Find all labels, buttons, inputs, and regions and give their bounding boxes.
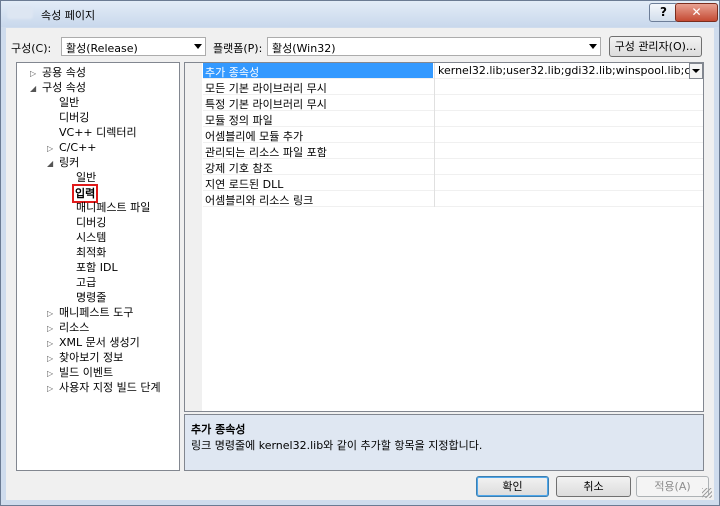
column-divider xyxy=(434,111,435,127)
platform-value: 활성(Win32) xyxy=(272,42,336,55)
ok-button[interactable]: 확인 xyxy=(476,476,549,497)
column-divider xyxy=(434,63,435,79)
tree-item-common-props[interactable]: 공용 속성 xyxy=(42,65,86,80)
property-name: 어셈블리에 모듈 추가 xyxy=(205,130,304,143)
grid-gutter xyxy=(185,63,202,411)
title-bar[interactable]: 속성 페이지 ? ✕ xyxy=(1,1,719,27)
chevron-down-icon xyxy=(589,44,597,49)
apply-button[interactable]: 적용(A) xyxy=(636,476,709,497)
collapse-icon[interactable]: ◢ xyxy=(47,159,53,168)
tree-item-build-events[interactable]: 빌드 이벤트 xyxy=(59,365,113,380)
tree-item-general[interactable]: 일반 xyxy=(59,95,79,110)
property-row[interactable]: 어셈블리에 모듈 추가 xyxy=(203,127,703,143)
column-divider xyxy=(434,79,435,95)
column-divider xyxy=(434,127,435,143)
column-divider xyxy=(434,191,435,207)
expand-icon[interactable]: ▷ xyxy=(47,324,53,333)
tree-item-linker-debugging[interactable]: 디버깅 xyxy=(76,215,106,230)
expand-icon[interactable]: ▷ xyxy=(47,339,53,348)
description-panel: 추가 종속성 링크 명령줄에 kernel32.lib와 같이 추가할 항목을 … xyxy=(184,414,704,471)
collapse-icon[interactable]: ◢ xyxy=(30,84,36,93)
platform-label: 플랫폼(P): xyxy=(213,42,263,55)
property-name: 관리되는 리소스 파일 포함 xyxy=(205,146,327,159)
resize-grip-icon[interactable] xyxy=(702,488,712,498)
tree-item-config-props[interactable]: 구성 속성 xyxy=(42,80,86,95)
property-row[interactable]: 특정 기본 라이브러리 무시 xyxy=(203,95,703,111)
config-value: 활성(Release) xyxy=(66,42,138,55)
property-row[interactable]: 지연 로드된 DLL xyxy=(203,175,703,191)
dialog-client: 구성(C): 활성(Release) 플랫폼(P): 활성(Win32) 구성 … xyxy=(6,28,714,500)
tree-item-vc-directories[interactable]: VC++ 디렉터리 xyxy=(59,125,137,140)
column-divider xyxy=(434,159,435,175)
expand-icon[interactable]: ▷ xyxy=(47,144,53,153)
tree-item-custom-build[interactable]: 사용자 지정 빌드 단계 xyxy=(59,380,161,395)
tree-item-manifest-file[interactable]: 매니페스트 파일 xyxy=(76,200,150,215)
tree-item-manifest-tool[interactable]: 매니페스트 도구 xyxy=(59,305,133,320)
cancel-button[interactable]: 취소 xyxy=(556,476,631,497)
property-pages-window: 속성 페이지 ? ✕ 구성(C): 활성(Release) 플랫폼(P): 활성… xyxy=(0,0,720,506)
property-row[interactable]: 모든 기본 라이브러리 무시 xyxy=(203,79,703,95)
description-title: 추가 종속성 xyxy=(191,423,246,436)
column-divider xyxy=(434,95,435,111)
tree-item-debugging[interactable]: 디버깅 xyxy=(59,110,89,125)
tree-item-advanced[interactable]: 고급 xyxy=(76,275,96,290)
platform-select[interactable]: 활성(Win32) xyxy=(267,37,601,56)
property-name: 지연 로드된 DLL xyxy=(205,178,284,191)
property-row[interactable]: 강제 기호 참조 xyxy=(203,159,703,175)
property-row[interactable]: 어셈블리와 리소스 링크 xyxy=(203,191,703,207)
window-title: 속성 페이지 xyxy=(41,9,96,22)
tree-item-cpp[interactable]: C/C++ xyxy=(59,140,97,155)
chevron-down-icon[interactable] xyxy=(689,63,703,79)
tree-item-command-line[interactable]: 명령줄 xyxy=(76,290,106,305)
tree-item-browse-info[interactable]: 찾아보기 정보 xyxy=(59,350,123,365)
tree-item-embedded-idl[interactable]: 포함 IDL xyxy=(76,260,118,275)
property-row[interactable]: 모듈 정의 파일 xyxy=(203,111,703,127)
property-value[interactable]: kernel32.lib;user32.lib;gdi32.lib;winspo… xyxy=(438,64,694,77)
expand-icon[interactable]: ▷ xyxy=(30,69,36,78)
app-icon xyxy=(7,7,33,19)
config-select[interactable]: 활성(Release) xyxy=(61,37,206,56)
property-row[interactable]: 추가 종속성 kernel32.lib;user32.lib;gdi32.lib… xyxy=(203,63,703,79)
property-name: 강제 기호 참조 xyxy=(205,162,273,175)
expand-icon[interactable]: ▷ xyxy=(47,309,53,318)
property-name: 추가 종속성 xyxy=(205,66,260,79)
expand-icon[interactable]: ▷ xyxy=(47,369,53,378)
expand-icon[interactable]: ▷ xyxy=(47,384,53,393)
tree-item-linker-general[interactable]: 일반 xyxy=(76,170,96,185)
property-grid[interactable]: 추가 종속성 kernel32.lib;user32.lib;gdi32.lib… xyxy=(184,62,704,412)
property-name: 특정 기본 라이브러리 무시 xyxy=(205,98,327,111)
column-divider xyxy=(434,175,435,191)
tree-item-system[interactable]: 시스템 xyxy=(76,230,106,245)
property-name: 어셈블리와 리소스 링크 xyxy=(205,194,314,207)
config-label: 구성(C): xyxy=(11,42,52,55)
property-name: 모듈 정의 파일 xyxy=(205,114,273,127)
expand-icon[interactable]: ▷ xyxy=(47,354,53,363)
property-row[interactable]: 관리되는 리소스 파일 포함 xyxy=(203,143,703,159)
tree-item-resources[interactable]: 리소스 xyxy=(59,320,89,335)
tree-item-linker[interactable]: 링커 xyxy=(59,155,79,170)
chevron-down-icon xyxy=(194,44,202,49)
tree-item-optimization[interactable]: 최적화 xyxy=(76,245,106,260)
close-icon[interactable]: ✕ xyxy=(675,3,718,22)
category-tree[interactable]: ▷ 공용 속성 ◢ 구성 속성 일반 디버깅 VC++ 디렉터리 ▷ C/C++… xyxy=(16,62,180,471)
tree-item-xml-doc[interactable]: XML 문서 생성기 xyxy=(59,335,140,350)
help-icon[interactable]: ? xyxy=(649,3,678,22)
column-divider xyxy=(434,143,435,159)
description-text: 링크 명령줄에 kernel32.lib와 같이 추가할 항목을 지정합니다. xyxy=(191,439,483,452)
config-manager-button[interactable]: 구성 관리자(O)... xyxy=(609,36,702,57)
property-name: 모든 기본 라이브러리 무시 xyxy=(205,82,327,95)
